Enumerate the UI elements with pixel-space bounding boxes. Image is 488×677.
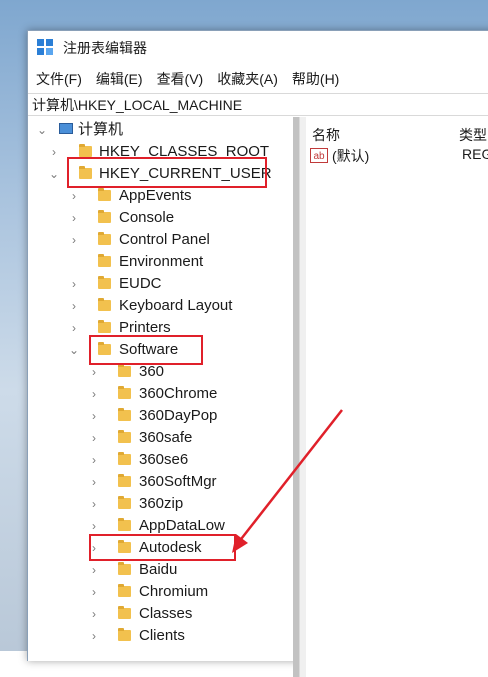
annotation-arrow xyxy=(232,409,343,553)
